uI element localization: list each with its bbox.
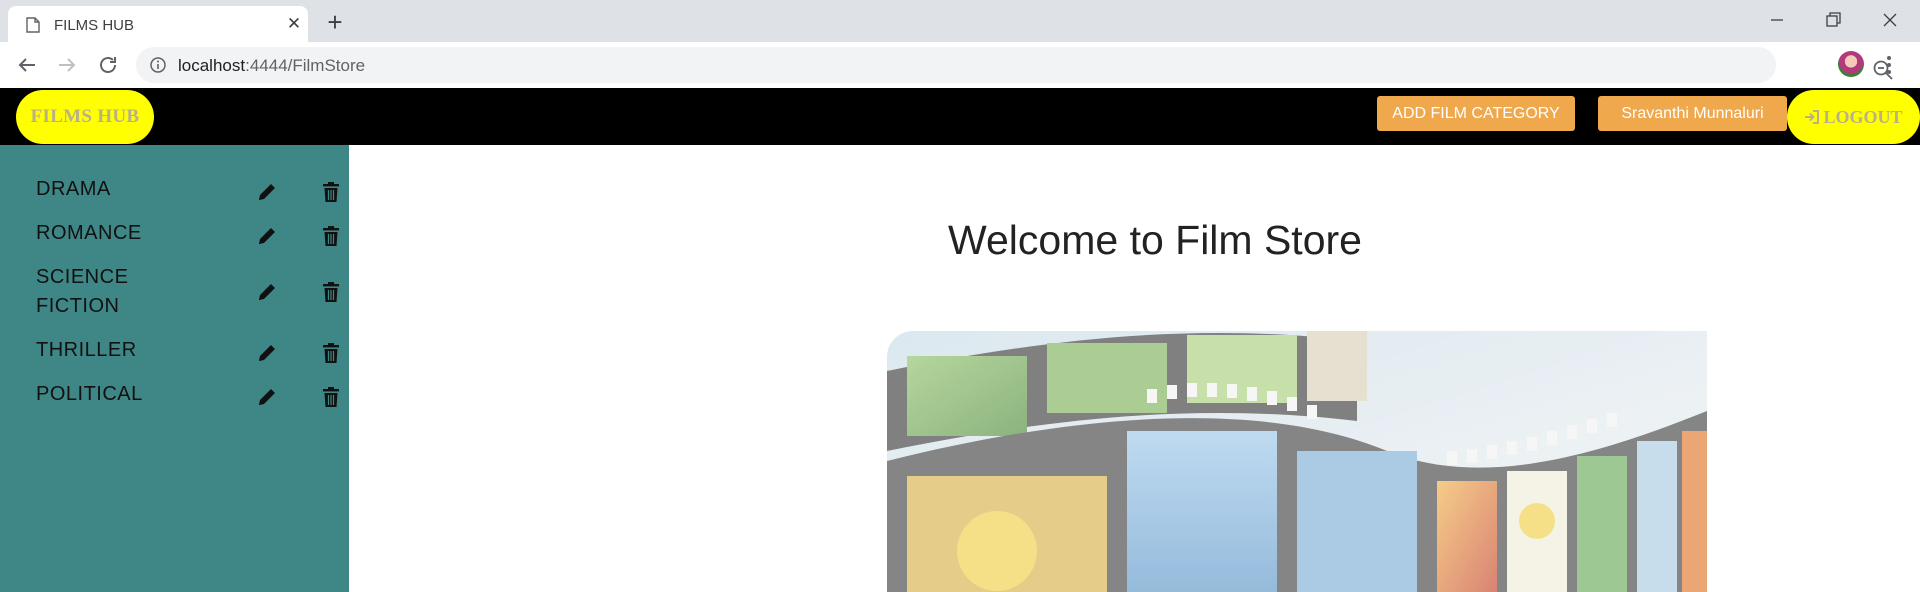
browser-tab[interactable]: FILMS HUB ✕ (8, 6, 308, 42)
minimize-icon[interactable] (1757, 6, 1797, 34)
trash-icon[interactable] (321, 225, 341, 247)
forward-icon[interactable] (53, 51, 81, 79)
tab-close-icon[interactable]: ✕ (284, 14, 304, 34)
category-label[interactable]: ROMANCE (36, 219, 216, 248)
url-path: :4444/FilmStore (245, 56, 366, 75)
login-icon (1805, 110, 1820, 124)
brand-logo[interactable]: FILMS HUB (16, 90, 154, 144)
trash-icon[interactable] (321, 281, 341, 303)
back-icon[interactable] (13, 51, 41, 79)
window-close-icon[interactable] (1870, 6, 1910, 34)
category-label[interactable]: POLITICAL (36, 380, 216, 409)
pencil-icon[interactable] (256, 386, 278, 408)
add-film-category-button[interactable]: ADD FILM CATEGORY (1377, 96, 1575, 131)
category-label[interactable]: DRAMA (36, 175, 216, 204)
info-icon[interactable] (150, 57, 166, 73)
url-text[interactable]: localhost:4444/FilmStore (178, 56, 365, 76)
new-tab-button[interactable]: + (322, 9, 348, 36)
reload-icon[interactable] (94, 51, 122, 79)
welcome-title: Welcome to Film Store (948, 217, 1362, 263)
pencil-icon[interactable] (256, 181, 278, 203)
restore-icon[interactable] (1813, 6, 1853, 34)
pencil-icon[interactable] (256, 342, 278, 364)
app-header: FILMS HUB ADD FILM CATEGORY Sravanthi Mu… (0, 88, 1920, 145)
browser-tabstrip: FILMS HUB ✕ + (0, 0, 1920, 42)
trash-icon[interactable] (321, 386, 341, 408)
category-label[interactable]: SCIENCE FICTION (36, 263, 146, 321)
user-name-button[interactable]: Sravanthi Munnaluri (1598, 96, 1787, 131)
trash-icon[interactable] (321, 342, 341, 364)
category-label[interactable]: THRILLER (36, 336, 216, 365)
logout-button[interactable]: LOGOUT (1787, 90, 1920, 144)
pencil-icon[interactable] (256, 225, 278, 247)
page-icon (26, 17, 40, 33)
profile-avatar[interactable] (1838, 51, 1864, 77)
trash-icon[interactable] (321, 181, 341, 203)
address-bar[interactable]: localhost:4444/FilmStore (136, 47, 1893, 83)
browser-menu-icon[interactable] (1886, 54, 1892, 76)
logout-label: LOGOUT (1823, 107, 1903, 127)
pencil-icon[interactable] (256, 281, 278, 303)
browser-toolbar: localhost:4444/FilmStore (0, 42, 1920, 89)
url-host: localhost (178, 56, 246, 75)
film-strip-banner-image (887, 331, 1707, 592)
category-sidebar: DRAMA ROMANCE SCIENCE FICTION THRILLER P… (0, 145, 349, 592)
main-content: Welcome to Film Store (349, 145, 1920, 592)
tab-title: FILMS HUB (54, 17, 135, 34)
